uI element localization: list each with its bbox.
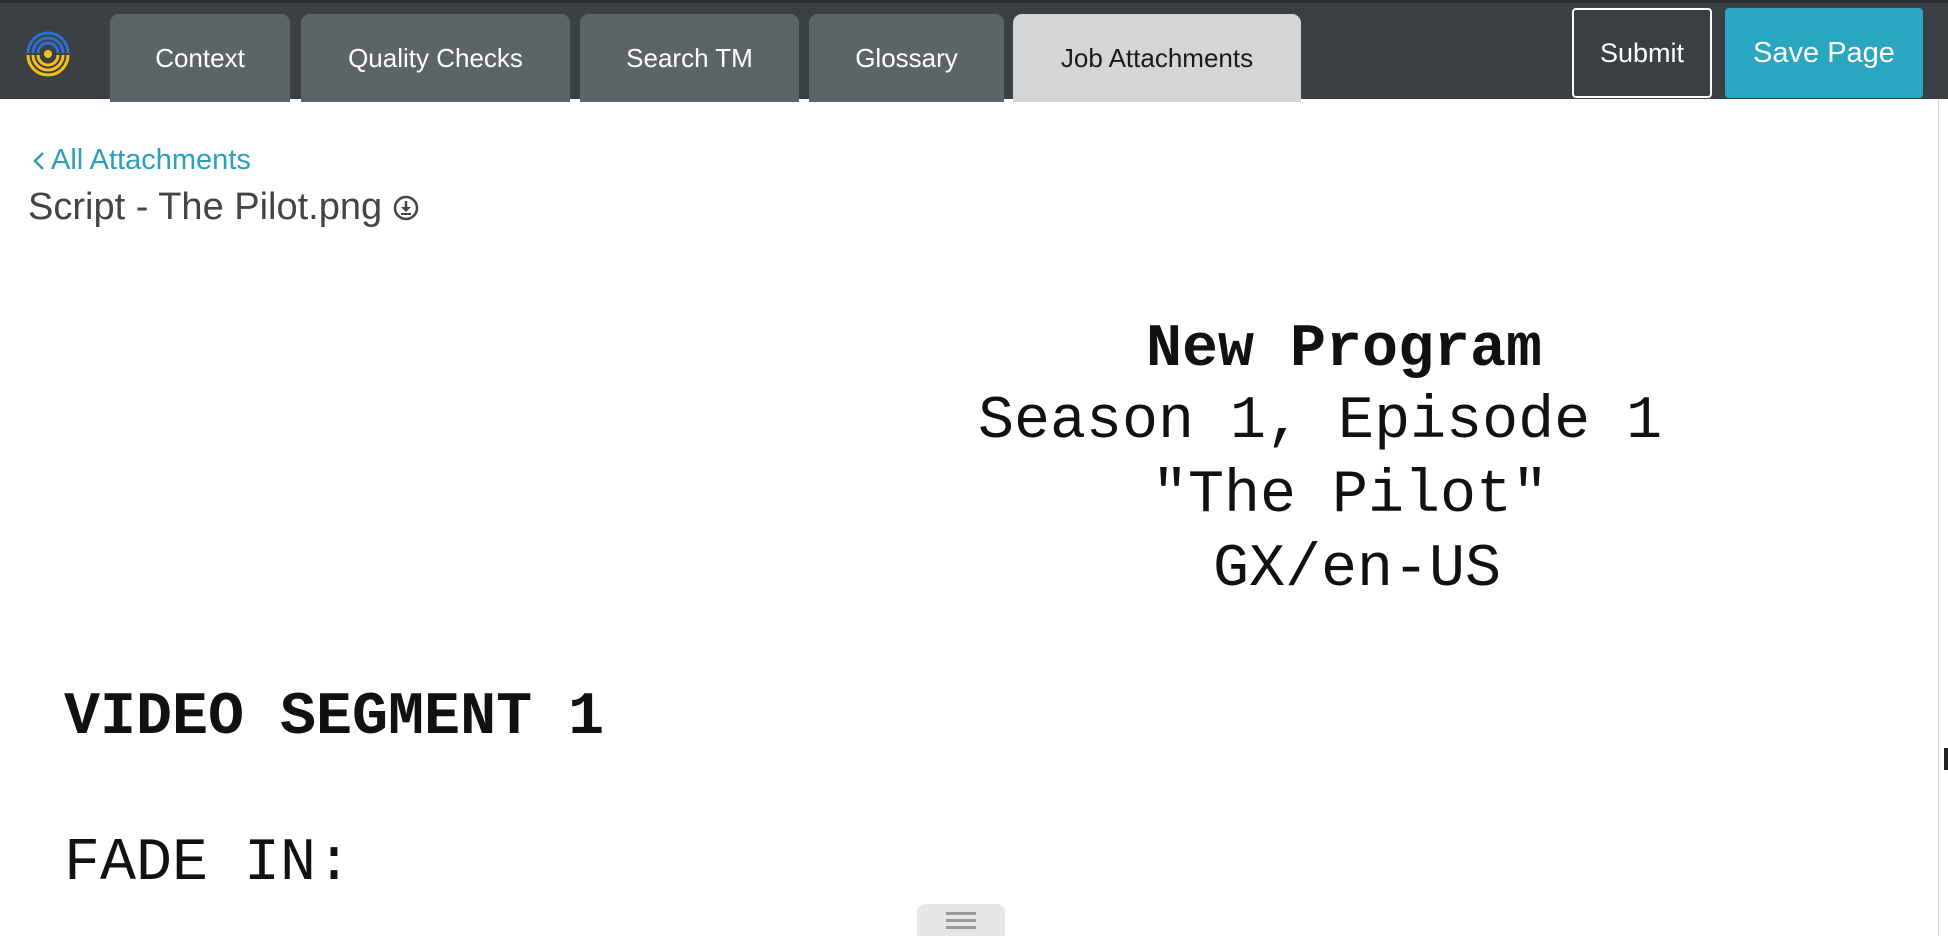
script-episode-line: "The Pilot": [1152, 462, 1549, 530]
grip-line: [946, 926, 976, 929]
tab-glossary[interactable]: Glossary: [809, 14, 1004, 102]
app-logo-icon[interactable]: [20, 25, 76, 81]
all-attachments-link[interactable]: All Attachments: [30, 144, 251, 177]
submit-button[interactable]: Submit: [1572, 8, 1712, 98]
top-bar: Context Quality Checks Search TM Glossar…: [0, 0, 1948, 102]
tab-quality-checks[interactable]: Quality Checks: [301, 14, 570, 102]
attachment-viewer: New Program Season 1, Episode 1 "The Pil…: [0, 250, 1940, 936]
download-icon[interactable]: [392, 194, 420, 222]
panel-drag-handle[interactable]: [917, 904, 1005, 936]
all-attachments-label: All Attachments: [51, 144, 251, 176]
save-page-button[interactable]: Save Page: [1725, 8, 1923, 98]
script-segment-heading: VIDEO SEGMENT 1: [64, 684, 605, 752]
script-title: New Program: [1146, 316, 1543, 384]
resize-cursor-marker: [1944, 748, 1948, 770]
attachment-title: Script - The Pilot.png: [28, 186, 420, 229]
tab-search-tm[interactable]: Search TM: [580, 14, 799, 102]
tab-job-attachments[interactable]: Job Attachments: [1013, 14, 1301, 102]
vertical-scrollbar[interactable]: [1938, 99, 1948, 936]
chevron-left-icon: [33, 151, 44, 170]
file-name: Script - The Pilot.png: [28, 186, 383, 228]
tab-context[interactable]: Context: [110, 14, 290, 102]
script-transition: FADE IN:: [64, 830, 353, 898]
script-locale-line: GX/en-US: [1213, 536, 1502, 604]
grip-line: [946, 912, 976, 915]
script-season-line: Season 1, Episode 1: [978, 388, 1663, 456]
grip-line: [946, 919, 976, 922]
